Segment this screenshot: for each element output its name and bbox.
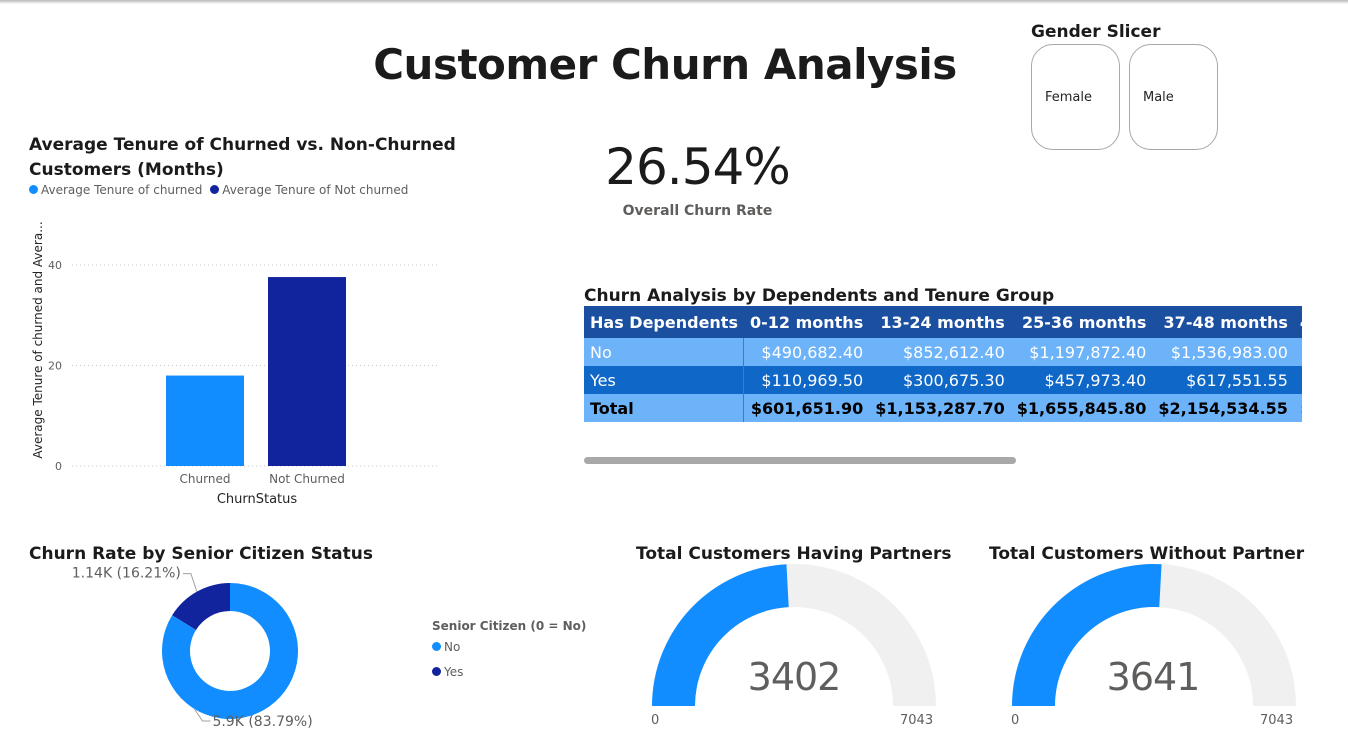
x-tick-label: Not Churned xyxy=(269,472,345,486)
y-tick-label: 20 xyxy=(48,360,62,373)
tenure-bar-chart: 0 20 40Average Tenure of churned and Avera… xyxy=(31,221,440,507)
y-axis-title: Average Tenure of churned and Avera... xyxy=(31,221,45,458)
matrix-viewport: Has Dependents 0-12 months 13-24 months 25-… xyxy=(584,306,1302,428)
matrix-cell[interactable]: $1,153,287.70 xyxy=(869,394,1011,422)
matrix-cell[interactable]: $457,973.40 xyxy=(1010,366,1153,394)
y-tick-label: 40 xyxy=(48,259,62,272)
matrix-column-header[interactable]: 13-24 months xyxy=(869,306,1011,338)
top-border xyxy=(0,0,1348,4)
legend-item-not-churned[interactable]: Average Tenure of Not churned xyxy=(210,183,408,197)
matrix-row-no: No $490,682.40 $852,612.40 $1,197,872.40 $1,… xyxy=(584,338,1302,366)
legend-item-churned[interactable]: Average Tenure of churned xyxy=(29,183,202,197)
page-title: Customer Churn Analysis xyxy=(373,40,957,89)
senior-legend-item-yes[interactable]: Yes xyxy=(432,665,463,679)
tenure-chart-title-line1: Average Tenure of Churned vs. Non-Churne… xyxy=(29,135,456,155)
matrix-horizontal-scrollbar[interactable] xyxy=(584,457,1016,464)
senior-chart-title: Churn Rate by Senior Citizen Status xyxy=(29,544,373,564)
senior-legend-title: Senior Citizen (0 = No) xyxy=(432,619,587,633)
legend-marker-no xyxy=(432,642,441,651)
matrix-column-header[interactable]: Has Dependents xyxy=(584,306,744,338)
slicer-option-male[interactable]: Male xyxy=(1129,44,1218,150)
senior-donut-chart: 1.14K (16.21%) 5.9K (83.79%) xyxy=(72,566,313,730)
gauge-no-partner-min: 0 xyxy=(1011,713,1020,728)
tenure-chart-title-line2: Customers (Months) xyxy=(29,160,224,180)
matrix-cell[interactable]: $3,2 xyxy=(1293,394,1302,422)
matrix-column-header[interactable]: 0-12 months xyxy=(743,306,870,338)
matrix-column-header[interactable]: 49-6 xyxy=(1293,306,1302,338)
matrix-cell[interactable]: $2,154,534.55 xyxy=(1152,394,1294,422)
matrix-cell[interactable]: $490,682.40 xyxy=(743,338,870,366)
matrix-cell[interactable]: $617,551.55 xyxy=(1152,366,1294,394)
matrix-header-row: Has Dependents 0-12 months 13-24 months 25-… xyxy=(584,306,1302,338)
matrix-column-header[interactable]: 25-36 months xyxy=(1010,306,1153,338)
legend-marker-yes xyxy=(432,667,441,676)
senior-legend-item-no[interactable]: No xyxy=(432,640,460,654)
matrix-cell[interactable]: $852,612.40 xyxy=(869,338,1011,366)
donut-data-label-no: 5.9K (83.79%) xyxy=(212,714,312,730)
matrix-cell[interactable]: $601,651.90 xyxy=(743,394,870,422)
gauge-partners-min: 0 xyxy=(651,713,660,728)
x-tick-label: Churned xyxy=(180,472,231,486)
matrix-cell[interactable]: $2, xyxy=(1293,338,1302,366)
gauge-no-partner-value: 3641 xyxy=(1106,655,1201,699)
matrix-row-header[interactable]: No xyxy=(584,338,745,366)
gauge-partners-value: 3402 xyxy=(747,655,842,699)
matrix-cell[interactable]: $1,197,872.40 xyxy=(1010,338,1153,366)
matrix-cell[interactable]: $1,655,845.80 xyxy=(1010,394,1153,422)
matrix-cell[interactable]: $300,675.30 xyxy=(869,366,1011,394)
legend-label-no: No xyxy=(444,640,461,654)
legend-marker-not-churned xyxy=(210,185,220,194)
legend-label-churned: Average Tenure of churned xyxy=(41,183,203,197)
matrix-row-total: Total $601,651.90 $1,153,287.70 $1,655,845.… xyxy=(584,394,1302,422)
legend-label-yes: Yes xyxy=(444,665,464,679)
matrix-row-yes: Yes $110,969.50 $300,675.30 $457,973.40 $617… xyxy=(584,366,1302,394)
bar-churned[interactable] xyxy=(166,375,244,466)
x-axis-title: ChurnStatus xyxy=(217,492,298,507)
legend-label-not-churned: Average Tenure of Not churned xyxy=(222,183,409,197)
donut-data-label-yes: 1.14K (16.21%) xyxy=(72,566,181,582)
matrix-row-header[interactable]: Yes xyxy=(584,366,745,394)
gauge-no-partner-max: 7043 xyxy=(1260,713,1294,728)
matrix-title: Churn Analysis by Dependents and Tenure … xyxy=(584,286,1055,306)
matrix-cell[interactable]: $110,969.50 xyxy=(743,366,870,394)
gender-slicer-title: Gender Slicer xyxy=(1031,22,1161,42)
tenure-chart-legend: Average Tenure of churned Average Tenure… xyxy=(29,183,408,197)
gauge-partners-max: 7043 xyxy=(900,713,934,728)
matrix-cell[interactable]: $1,536,983.00 xyxy=(1152,338,1294,366)
leader-line-yes xyxy=(182,573,198,592)
y-tick-label: 0 xyxy=(55,460,62,473)
legend-marker-churned xyxy=(29,185,38,194)
matrix-cell[interactable]: $ xyxy=(1293,366,1302,394)
matrix-column-header[interactable]: 37-48 months xyxy=(1152,306,1294,338)
matrix-row-header[interactable]: Total xyxy=(584,394,745,422)
churn-dependents-matrix: Has Dependents 0-12 months 13-24 months 25-… xyxy=(584,306,1302,422)
slicer-option-female[interactable]: Female xyxy=(1031,44,1120,150)
overall-churn-rate-value: 26.54% xyxy=(605,138,791,196)
overall-churn-rate-label: Overall Churn Rate xyxy=(622,203,773,219)
bar-not-churned[interactable] xyxy=(268,277,346,466)
